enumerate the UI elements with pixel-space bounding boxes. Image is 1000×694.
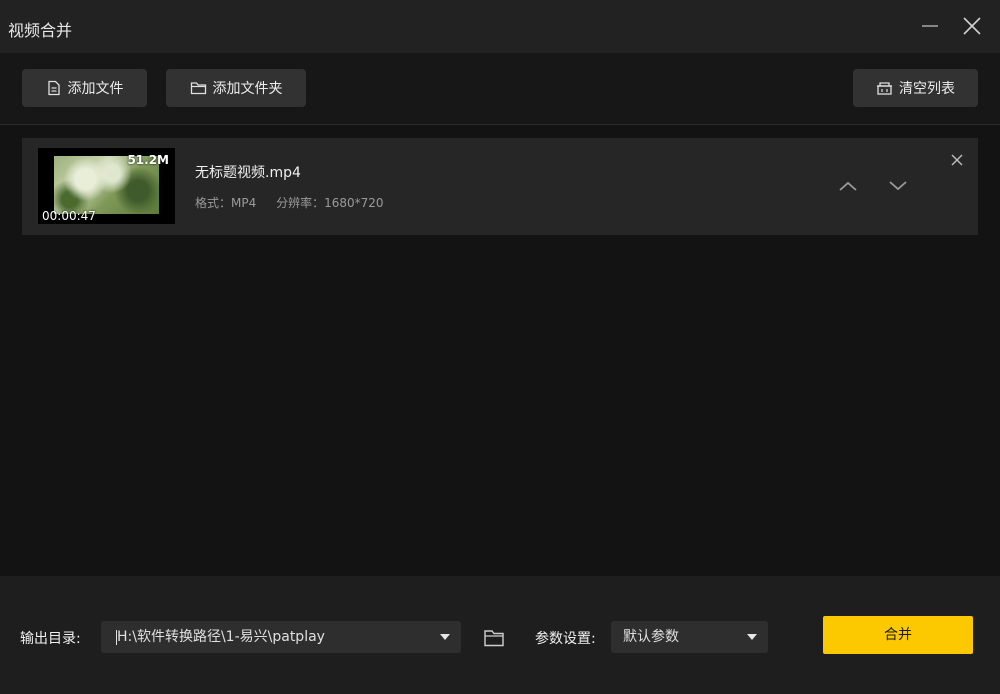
file-name: 无标题视频.mp4 — [195, 165, 301, 181]
close-icon — [951, 154, 963, 166]
file-meta: 格式：MP4 分辨率：1680*720 — [195, 194, 400, 211]
clear-list-label: 清空列表 — [899, 81, 955, 97]
move-up-button[interactable] — [836, 176, 860, 200]
basket-icon — [877, 82, 892, 95]
close-window-button[interactable] — [960, 14, 984, 38]
param-settings-label: 参数设置: — [535, 631, 596, 647]
merge-button[interactable]: 合并 — [823, 616, 973, 654]
folder-icon — [484, 630, 504, 647]
minimize-icon — [922, 25, 938, 27]
add-folder-button[interactable]: 添加文件夹 — [166, 69, 306, 107]
add-file-label: 添加文件 — [67, 81, 124, 97]
title-bar: 视频合并 — [0, 0, 1000, 53]
move-down-button[interactable] — [886, 176, 910, 200]
clear-list-button[interactable]: 清空列表 — [853, 69, 978, 107]
video-thumbnail: 51.2M 00:00:47 — [38, 148, 175, 224]
file-size: 51.2M — [127, 153, 169, 167]
file-list: 51.2M 00:00:47 无标题视频.mp4 格式：MP4 分辨率：1680… — [0, 125, 1000, 576]
output-path-value: H:\软件转换路径\1-易兴\patplay — [117, 629, 325, 645]
param-settings-value: 默认参数 — [623, 629, 679, 645]
dropdown-arrow-icon — [747, 634, 757, 640]
bottom-bar: 输出目录: H:\软件转换路径\1-易兴\patplay 参数设置: 默认参数 … — [0, 576, 1000, 694]
folder-icon — [190, 82, 206, 95]
file-format: 格式：MP4 — [195, 196, 257, 210]
output-dir-label: 输出目录: — [20, 631, 81, 647]
video-duration: 00:00:47 — [42, 209, 96, 223]
close-icon — [963, 17, 981, 35]
chevron-down-icon — [889, 181, 907, 191]
file-icon — [47, 80, 60, 96]
output-path-input[interactable]: H:\软件转换路径\1-易兴\patplay — [101, 621, 461, 653]
browse-folder-button[interactable] — [483, 628, 505, 652]
add-file-button[interactable]: 添加文件 — [22, 69, 147, 107]
window-title: 视频合并 — [8, 21, 73, 40]
dropdown-arrow-icon[interactable] — [439, 633, 451, 641]
param-settings-select[interactable]: 默认参数 — [611, 621, 768, 653]
toolbar: 添加文件 添加文件夹 清空列表 — [0, 53, 1000, 125]
add-folder-label: 添加文件夹 — [212, 81, 283, 97]
file-resolution: 分辨率：1680*720 — [276, 196, 384, 210]
list-item[interactable]: 51.2M 00:00:47 无标题视频.mp4 格式：MP4 分辨率：1680… — [22, 138, 978, 235]
remove-item-button[interactable] — [950, 152, 964, 171]
chevron-up-icon — [839, 181, 857, 191]
minimize-button[interactable] — [918, 14, 942, 38]
